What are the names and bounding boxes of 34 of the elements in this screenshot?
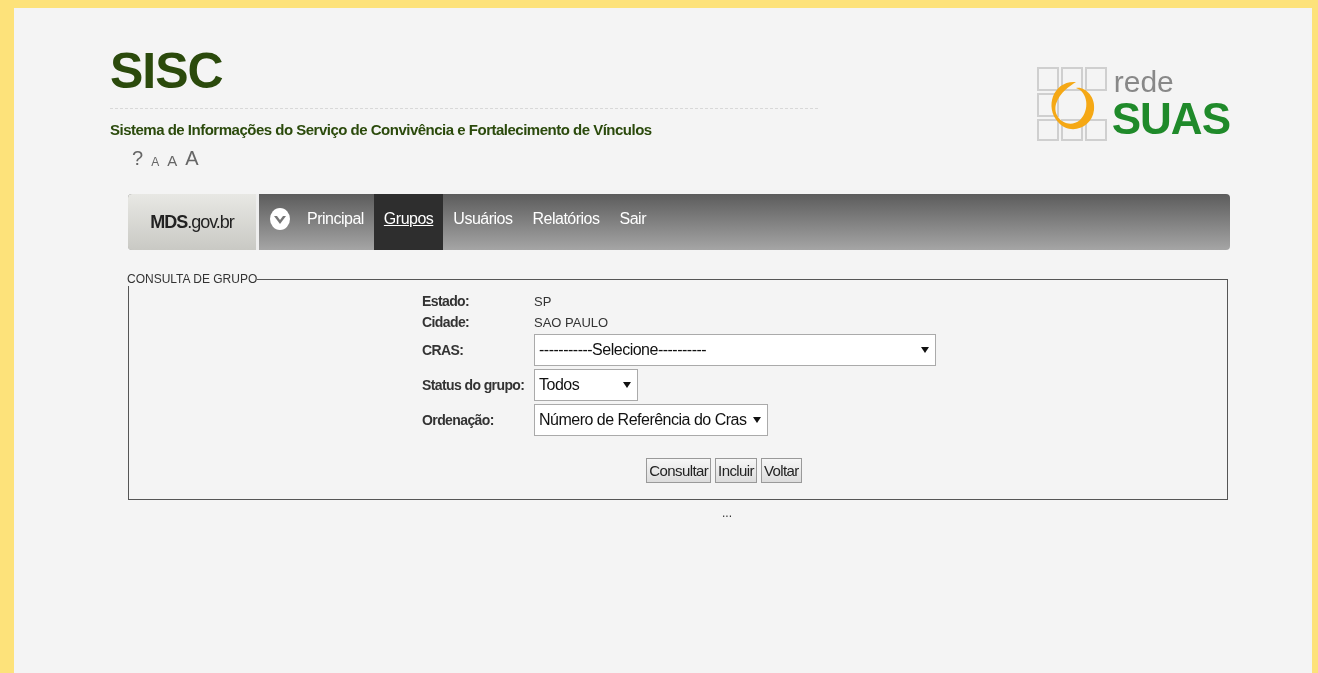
help-link[interactable]: ? xyxy=(132,148,144,168)
field-label: Estado: xyxy=(422,293,471,309)
app-subtitle: Sistema de Informações do Serviço de Convivência e Fortalecimento de Vínculos xyxy=(110,121,653,138)
logo-text: rede xyxy=(1113,67,1175,97)
field-label: Ordenação: xyxy=(422,412,495,428)
ellipsis-text: ... xyxy=(722,506,732,520)
caret-icon xyxy=(753,417,761,423)
caret-icon xyxy=(623,382,631,388)
nav-tab[interactable]: Relatórios xyxy=(522,194,610,250)
field-value: SP xyxy=(534,294,552,309)
font-size-link[interactable]: A xyxy=(167,153,178,168)
dropdown[interactable]: -----------Selecione---------- xyxy=(534,334,936,366)
field-label: Status do grupo: xyxy=(422,377,526,393)
form-button[interactable]: Voltar xyxy=(760,458,802,483)
field-label: Cidade: xyxy=(422,314,471,330)
form-button[interactable]: Incluir xyxy=(715,458,757,483)
field-label: CRAS: xyxy=(422,342,465,358)
dropdown[interactable]: Todos xyxy=(534,369,638,401)
field-value: SAO PAULO xyxy=(534,315,609,330)
nav-tab[interactable]: Grupos xyxy=(373,194,444,250)
app-title: SISC xyxy=(110,42,224,100)
dropdown[interactable]: Número de Referência do Cras xyxy=(534,404,768,436)
panel-legend: CONSULTA DE GRUPO xyxy=(127,272,258,286)
font-size-link[interactable]: A xyxy=(151,156,160,168)
nav-tab[interactable]: Usuários xyxy=(443,194,523,250)
chevron-down-icon[interactable] xyxy=(269,208,291,230)
caret-icon xyxy=(921,347,929,353)
font-size-link[interactable]: A xyxy=(185,148,199,168)
form-button[interactable]: Consultar xyxy=(646,458,712,483)
logo-emblem-icon xyxy=(1035,66,1108,142)
brand-logo[interactable]: MDS.gov.br xyxy=(128,194,259,250)
nav-tab[interactable]: Sair xyxy=(609,194,656,250)
nav-tab[interactable]: Principal xyxy=(297,194,374,250)
logo-text: SUAS xyxy=(1111,97,1230,141)
